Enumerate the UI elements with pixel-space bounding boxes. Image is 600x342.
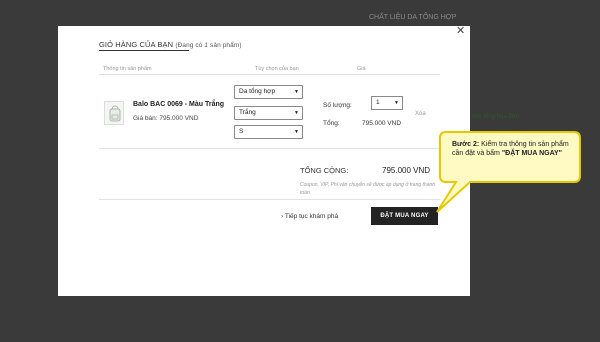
tooltip-step: Bước 2: [452,141,480,148]
tooltip-text: Bước 2: Kiểm tra thông tin sản phẩm cần … [452,140,577,158]
tutorial-callout [436,131,581,213]
tooltip-emphasis: "ĐẶT MUA NGAY" [501,150,563,157]
